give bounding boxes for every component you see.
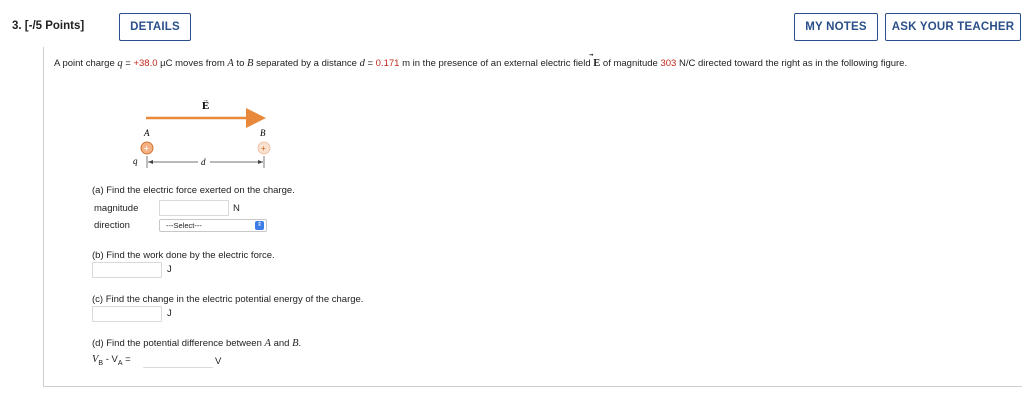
- work-input[interactable]: [92, 262, 162, 278]
- direction-select[interactable]: ---Select--- ⇕: [159, 219, 267, 232]
- e-field-symbol: ⃗E: [593, 58, 600, 69]
- prompt-text: A point charge: [54, 58, 118, 69]
- points-label: [-/5 Points]: [24, 20, 85, 32]
- part-d-prompt: (d) Find the potential difference betwee…: [92, 338, 301, 349]
- prompt-text: m in the presence of an external electri…: [399, 58, 594, 69]
- details-button[interactable]: DETAILS: [119, 13, 191, 41]
- part-d-text: and: [270, 338, 293, 349]
- prompt-text: of magnitude: [600, 58, 661, 69]
- distance-arrowhead-right: [258, 160, 263, 164]
- part-d-text: .: [298, 338, 302, 349]
- equals-sign: =: [122, 354, 131, 365]
- point-b-label: B: [260, 128, 266, 138]
- physics-figure: E → A B + + q d: [133, 97, 271, 168]
- prompt-text: to: [233, 58, 248, 69]
- magnitude-unit: N: [233, 203, 240, 214]
- prompt-text: =: [364, 58, 376, 69]
- potential-energy-unit: J: [167, 308, 172, 319]
- question-prompt: A point charge q = +38.0 µC moves from A…: [54, 57, 1014, 71]
- e-letter: E: [593, 58, 601, 69]
- potential-difference-input[interactable]: [143, 352, 213, 368]
- work-unit: J: [167, 264, 172, 275]
- direction-select-value: ---Select---: [166, 221, 202, 230]
- part-a-prompt: (a) Find the electric force exerted on t…: [92, 185, 295, 196]
- prompt-text: =: [122, 58, 134, 69]
- part-c-prompt: (c) Find the change in the electric pote…: [92, 294, 364, 305]
- prompt-text: separated by a distance: [253, 58, 360, 69]
- point-a-label: A: [143, 128, 150, 138]
- distance-arrowhead-left: [148, 160, 153, 164]
- my-notes-button[interactable]: MY NOTES: [794, 13, 878, 41]
- potential-difference-unit: V: [215, 356, 222, 367]
- q-label: q: [133, 156, 138, 166]
- part-a-magnitude-label: magnitude: [94, 203, 139, 214]
- select-caret-icon: ⇕: [255, 221, 264, 230]
- part-a-direction-label: direction: [94, 220, 130, 231]
- part-d-text: (d) Find the potential difference betwee…: [92, 338, 265, 349]
- ask-your-teacher-button[interactable]: ASK YOUR TEACHER: [885, 13, 1021, 41]
- potential-energy-input[interactable]: [92, 306, 162, 322]
- prompt-text: µC moves from: [157, 58, 228, 69]
- magnitude-input[interactable]: [159, 200, 229, 216]
- distance-value: 0.171: [375, 58, 400, 69]
- minus-v: - V: [103, 354, 118, 365]
- charge-b-plus: +: [261, 144, 266, 153]
- question-header: 3. [-/5 Points]: [12, 20, 84, 32]
- question-number: 3.: [12, 20, 22, 32]
- potential-difference-label: VB - VA =: [92, 354, 131, 367]
- e-field-vector-arrow-icon: →: [202, 97, 209, 104]
- field-magnitude-value: 303: [660, 58, 677, 69]
- d-label: d: [201, 157, 206, 167]
- charge-value: +38.0: [133, 58, 158, 69]
- part-b-prompt: (b) Find the work done by the electric f…: [92, 250, 275, 261]
- prompt-text: N/C directed toward the right as in the …: [676, 58, 908, 69]
- charge-a-plus: +: [144, 144, 149, 153]
